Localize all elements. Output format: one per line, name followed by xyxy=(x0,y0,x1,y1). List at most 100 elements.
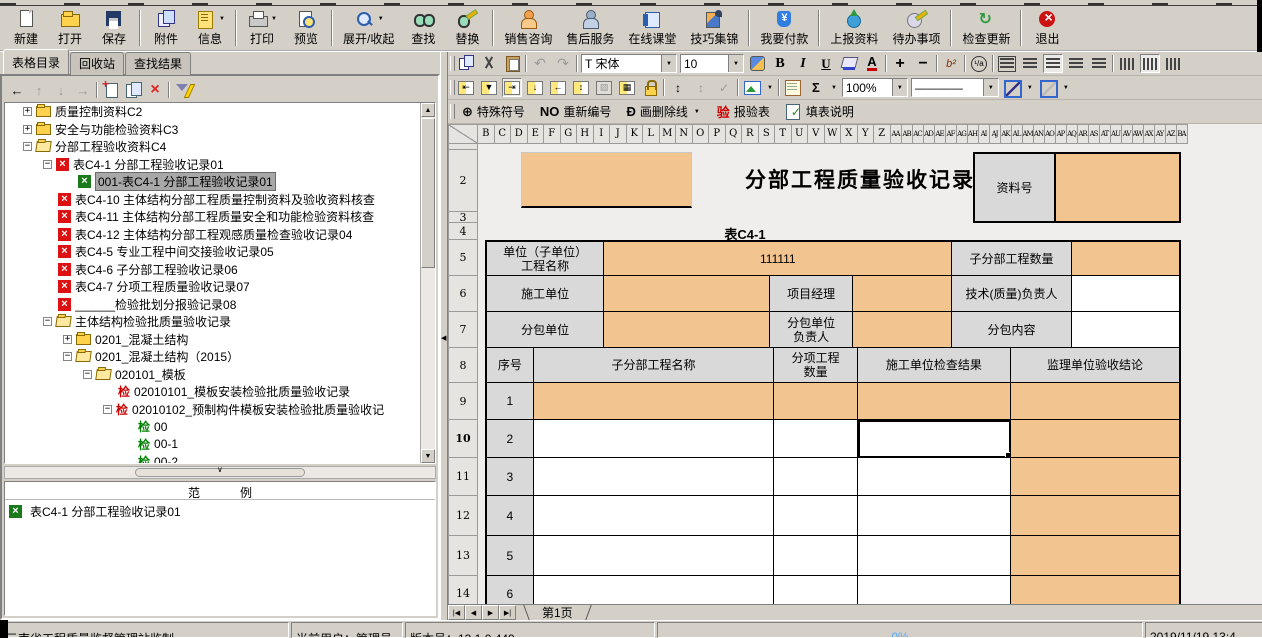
column-header[interactable]: AT xyxy=(1100,124,1111,144)
report-upload-button[interactable]: 上报资料 xyxy=(823,6,885,50)
column-header[interactable]: AS xyxy=(1089,124,1100,144)
vertical-text-center-button[interactable] xyxy=(1140,54,1160,73)
expand-collapse-button[interactable]: ▼展开/收起 xyxy=(336,6,401,50)
tree-item[interactable]: −分部工程验收资料C4 xyxy=(5,138,420,156)
new-button[interactable]: 新建 xyxy=(4,6,48,50)
lock-cell-button[interactable] xyxy=(640,78,660,97)
row-header[interactable]: 13 xyxy=(448,536,478,576)
vertical-text-left-button[interactable] xyxy=(1117,54,1137,73)
column-header[interactable]: L xyxy=(643,124,660,144)
data-cell[interactable] xyxy=(858,458,1011,496)
column-header[interactable]: AZ xyxy=(1166,124,1177,144)
fraction-button[interactable]: ¹/a xyxy=(969,54,989,73)
tree-item[interactable]: 检00-1 xyxy=(5,436,420,454)
attachment-button[interactable]: 附件 xyxy=(144,6,188,50)
draw-table-button[interactable]: ▦ xyxy=(617,78,637,97)
todo-button[interactable]: 待办事项 xyxy=(885,6,947,50)
tree-item[interactable]: ×001-表C4-1 分部工程验收记录01 xyxy=(5,173,420,191)
expander-icon[interactable]: − xyxy=(83,370,92,379)
column-header[interactable]: W xyxy=(825,124,842,144)
delete-node-button[interactable]: × xyxy=(146,81,164,99)
pattern-fill-button[interactable]: ▨ xyxy=(594,78,614,97)
tree-item[interactable]: −×表C4-1 分部工程验收记录01 xyxy=(5,156,420,174)
subcontractor-head-value[interactable] xyxy=(853,312,952,348)
dropdown-arrow-icon[interactable]: ▼ xyxy=(831,85,837,91)
column-header[interactable]: K xyxy=(627,124,644,144)
col-count-header[interactable]: 分项工程 数量 xyxy=(774,348,858,383)
tree-item[interactable]: ×表C4-6 子分部工程验收记录06 xyxy=(5,261,420,279)
data-cell[interactable] xyxy=(774,576,858,604)
data-cell[interactable] xyxy=(858,383,1011,420)
column-header[interactable]: AY xyxy=(1155,124,1166,144)
form-title[interactable]: 分部工程质量验收记录 xyxy=(715,164,1005,194)
data-cell[interactable] xyxy=(534,458,775,496)
sales-consult-button[interactable]: 销售咨询 xyxy=(497,6,559,50)
seq-cell[interactable]: 6 xyxy=(487,576,534,604)
subcontractor-value[interactable] xyxy=(604,312,770,348)
column-header[interactable]: AV xyxy=(1122,124,1133,144)
tab-recycle-bin[interactable]: 回收站 xyxy=(70,52,124,75)
prev-page-button[interactable]: ◀ xyxy=(465,605,482,620)
subcontract-content-value[interactable] xyxy=(1072,312,1179,348)
data-cell[interactable] xyxy=(858,496,1011,536)
insert-col-left-button[interactable]: ⇤ xyxy=(456,78,476,97)
inspection-form-button[interactable]: 验报验表 xyxy=(711,102,776,121)
format-painter-icon[interactable] xyxy=(747,54,767,73)
column-header[interactable]: E xyxy=(528,124,545,144)
filter-button[interactable] xyxy=(174,81,192,99)
subcontract-content-label[interactable]: 分包内容 xyxy=(952,312,1071,348)
construction-unit-label[interactable]: 施工单位 xyxy=(487,276,604,312)
print-button[interactable]: ▼打印 xyxy=(240,6,284,50)
align-distribute-button[interactable] xyxy=(1089,54,1109,73)
subcontractor-head-label[interactable]: 分包单位 负责人 xyxy=(770,312,853,348)
expander-icon[interactable]: + xyxy=(23,107,32,116)
cut-icon[interactable] xyxy=(479,54,499,73)
row-header[interactable]: 12 xyxy=(448,496,478,536)
save-button[interactable]: 保存 xyxy=(92,6,136,50)
tree-item[interactable]: ×表C4-5 专业工程中间交接验收记录05 xyxy=(5,243,420,261)
expander-icon[interactable]: + xyxy=(23,125,32,134)
seq-cell[interactable]: 5 xyxy=(487,536,534,576)
dropdown-arrow-icon[interactable]: ▼ xyxy=(1027,85,1033,91)
data-cell[interactable] xyxy=(774,536,858,576)
tree-item[interactable]: −主体结构检验批质量验收记录 xyxy=(5,313,420,331)
preview-button[interactable]: 预览 xyxy=(284,6,328,50)
column-header[interactable]: U xyxy=(792,124,809,144)
online-class-button[interactable]: 在线课堂 xyxy=(621,6,683,50)
column-header[interactable]: AN xyxy=(1034,124,1045,144)
decrease-size-button[interactable]: − xyxy=(913,54,933,73)
expander-icon[interactable]: − xyxy=(63,352,72,361)
data-cell[interactable] xyxy=(1011,576,1179,604)
splitter-collapse-icon[interactable]: ◀ xyxy=(441,334,446,342)
scroll-up-button[interactable]: ▲ xyxy=(421,103,435,117)
font-color-button[interactable]: A xyxy=(862,54,882,73)
vertical-text-right-button[interactable] xyxy=(1163,54,1183,73)
column-header[interactable]: O xyxy=(693,124,710,144)
tree-item[interactable]: 检02010101_模板安装检验批质量验收记录 xyxy=(5,383,420,401)
tech-quality-head-label[interactable]: 技术(质量)负责人 xyxy=(952,276,1071,312)
col-name-header[interactable]: 子分部工程名称 xyxy=(534,348,775,383)
tree-item[interactable]: +0201_混凝土结构 xyxy=(5,331,420,349)
data-cell[interactable] xyxy=(774,420,858,458)
data-cell[interactable] xyxy=(534,420,775,458)
strikeline-button[interactable]: Đ画删除线▼ xyxy=(620,103,707,120)
row-header[interactable]: 9 xyxy=(448,383,478,420)
construction-unit-value[interactable] xyxy=(604,276,770,312)
redo-icon[interactable]: ↷ xyxy=(553,54,573,73)
row-header[interactable]: 8 xyxy=(448,348,478,383)
data-cell[interactable] xyxy=(858,536,1011,576)
tree-vertical-scrollbar[interactable]: ▲ ▼ xyxy=(420,103,435,463)
seq-cell[interactable]: 3 xyxy=(487,458,534,496)
form-instructions-button[interactable]: 填表说明 xyxy=(779,103,860,120)
data-cell[interactable] xyxy=(534,536,775,576)
column-header[interactable]: V xyxy=(808,124,825,144)
column-header[interactable]: G xyxy=(561,124,578,144)
data-cell[interactable] xyxy=(1011,536,1179,576)
shading-button[interactable] xyxy=(1038,78,1058,97)
column-header[interactable]: AF xyxy=(946,124,957,144)
split-cell-updown-button[interactable]: ↕ xyxy=(571,78,591,97)
align-right-button[interactable] xyxy=(1066,54,1086,73)
column-header[interactable]: AW xyxy=(1133,124,1144,144)
nav-up-button[interactable]: ↑ xyxy=(30,81,48,99)
tree-item[interactable]: ×表C4-10 主体结构分部工程质量控制资料及验收资料核查 xyxy=(5,191,420,209)
